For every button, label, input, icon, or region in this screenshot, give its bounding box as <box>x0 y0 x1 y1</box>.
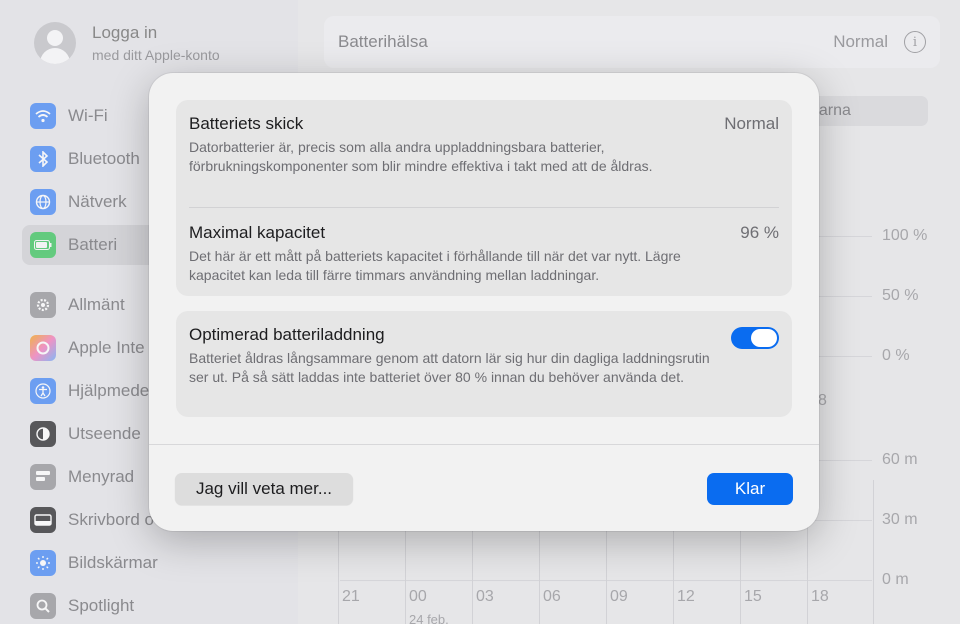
sidebar-item-displays[interactable]: Bildskärmar <box>22 543 288 583</box>
optimized-charging-toggle[interactable] <box>731 327 779 349</box>
sidebar-item-label: Apple Inte <box>68 338 145 357</box>
menubar-icon <box>30 464 56 490</box>
divider <box>189 207 779 208</box>
chart-x-label: 21 <box>342 588 360 605</box>
account-subtitle: med ditt Apple-konto <box>92 47 220 63</box>
battery-info-card: Batteriets skick Normal Datorbatterier ä… <box>176 100 792 296</box>
battery-health-dialog: Batteriets skick Normal Datorbatterier ä… <box>149 73 819 531</box>
sidebar-item-spotlight[interactable]: Spotlight <box>22 586 288 624</box>
chart-gridline <box>873 480 874 624</box>
chart-x-label: 18 <box>811 588 829 605</box>
sidebar-item-label: Bildskärmar <box>68 553 158 572</box>
battery-icon <box>30 232 56 258</box>
sidebar-item-label: Wi-Fi <box>68 106 108 125</box>
optimized-charging-description: Batteriet åldras långsammare genom att d… <box>189 350 710 385</box>
chart-x-label: 15 <box>744 588 762 605</box>
sidebar-item-label: Utseende <box>68 424 141 443</box>
wifi-icon <box>30 103 56 129</box>
max-capacity-description: Det här är ett mått på batteriets kapaci… <box>189 248 681 283</box>
sidebar-item-label: Spotlight <box>68 596 135 615</box>
optimized-charging-row: Optimerad batteriladdning Batteriet åldr… <box>189 325 779 387</box>
gear-icon <box>30 292 56 318</box>
account-signin[interactable]: Logga in med ditt Apple-konto <box>34 22 220 64</box>
chart-x-label: 03 <box>476 588 494 605</box>
bluetooth-icon <box>30 146 56 172</box>
chart-x-label: 00 <box>409 588 427 605</box>
spotlight-icon <box>30 593 56 619</box>
apple-intelligence-icon <box>30 335 56 361</box>
chart-tick-label: 0 m <box>882 571 909 588</box>
battery-health-row: Batterihälsa Normal i <box>324 16 940 68</box>
max-capacity-row: Maximal kapacitet 96 % Det här är ett må… <box>189 223 779 285</box>
max-capacity-value: 96 % <box>740 223 779 242</box>
battery-health-title: Batterihälsa <box>338 32 428 51</box>
chart-date-label: 24 feb. <box>409 612 449 624</box>
battery-health-status: Normal <box>833 32 888 51</box>
chart-tick-label: 60 m <box>882 451 918 468</box>
appearance-icon <box>30 421 56 447</box>
info-icon[interactable]: i <box>904 31 926 53</box>
battery-condition-description: Datorbatterier är, precis som alla andra… <box>189 139 653 174</box>
optimized-charging-title: Optimerad batteriladdning <box>189 325 385 344</box>
desktop-icon <box>30 507 56 533</box>
learn-more-button[interactable]: Jag vill veta mer... <box>175 473 353 505</box>
sidebar-item-label: Allmänt <box>68 295 125 314</box>
dialog-separator <box>149 444 819 445</box>
battery-condition-value: Normal <box>724 114 779 133</box>
sidebar-item-label: Skrivbord o <box>68 510 154 529</box>
sidebar-item-label: Hjälpmede <box>68 381 150 400</box>
sidebar-item-label: Bluetooth <box>68 149 140 168</box>
sidebar-item-label: Batteri <box>68 235 118 254</box>
sidebar-item-label: Nätverk <box>68 192 127 211</box>
avatar <box>34 22 76 64</box>
chart-x-label: 06 <box>543 588 561 605</box>
toggle-knob <box>751 329 777 347</box>
account-name: Logga in <box>92 23 158 42</box>
display-icon <box>30 550 56 576</box>
done-button[interactable]: Klar <box>707 473 793 505</box>
chart-x-label: 09 <box>610 588 628 605</box>
chart-x-label: 12 <box>677 588 695 605</box>
chart-tick-label: 50 % <box>882 287 919 304</box>
chart-tick-label: 0 % <box>882 347 910 364</box>
chart-tick-label: 8 <box>818 392 827 409</box>
chart-tick-label: 100 % <box>882 227 928 244</box>
max-capacity-title: Maximal kapacitet <box>189 223 326 242</box>
battery-condition-row: Batteriets skick Normal Datorbatterier ä… <box>189 114 779 176</box>
accessibility-icon <box>30 378 56 404</box>
chart-tick-label: 30 m <box>882 511 918 528</box>
globe-icon <box>30 189 56 215</box>
sidebar-item-label: Menyrad <box>68 467 135 486</box>
battery-condition-title: Batteriets skick <box>189 114 304 133</box>
optimized-charging-card: Optimerad batteriladdning Batteriet åldr… <box>176 311 792 417</box>
